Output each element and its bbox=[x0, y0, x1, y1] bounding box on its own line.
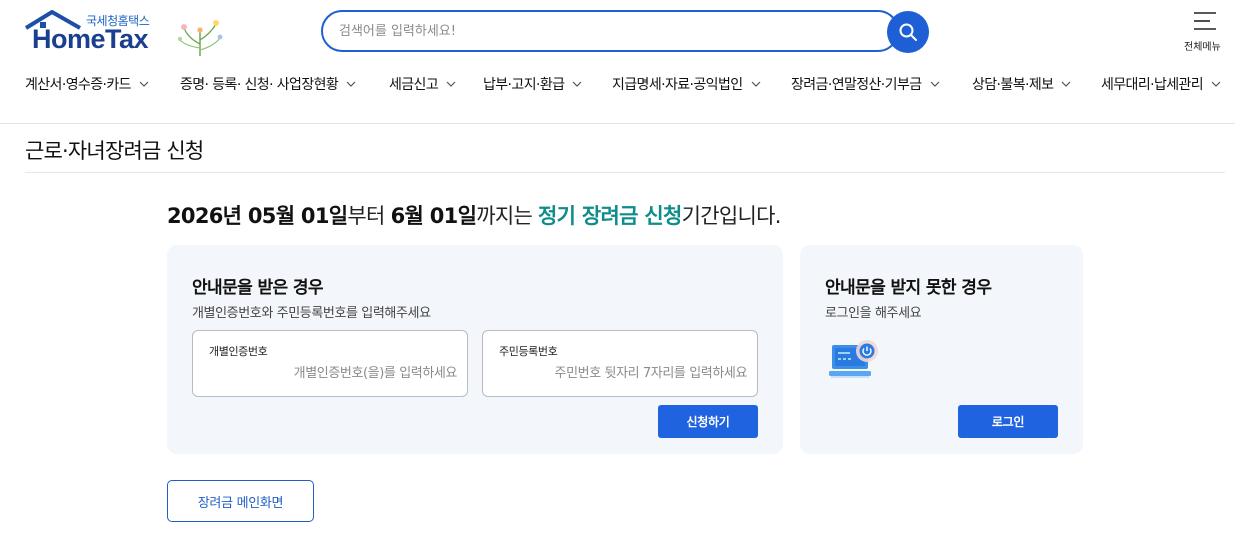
site-header: 국세청홈택스 HomeTax 전체메뉴 bbox=[0, 0, 1235, 124]
nav-item-consult[interactable]: 상담·불복·제보 bbox=[972, 74, 1071, 94]
search-input[interactable] bbox=[339, 21, 879, 41]
hometax-logo[interactable]: 국세청홈택스 HomeTax bbox=[24, 10, 223, 56]
all-menu-label: 전체메뉴 bbox=[1184, 42, 1221, 53]
auth-number-field: 개별인증번호 bbox=[192, 330, 468, 397]
resident-number-input[interactable] bbox=[493, 361, 747, 385]
page-title: 근로·자녀장려금 신청 bbox=[25, 139, 204, 163]
nav-item-statements[interactable]: 지급명세·자료·공익법인 bbox=[612, 74, 761, 94]
search-icon bbox=[899, 23, 917, 41]
nav-item-certificates[interactable]: 증명· 등록· 신청· 사업장현황 bbox=[180, 74, 356, 94]
period-start-date: 2026년 05월 01일 bbox=[167, 204, 348, 228]
application-period-notice: 2026년 05월 01일부터 6월 01일까지는 정기 장려금 신청기간입니다… bbox=[167, 200, 781, 230]
chevron-down-icon bbox=[139, 81, 149, 87]
nav-item-label: 계산서·영수증·카드 bbox=[25, 77, 132, 93]
nav-item-label: 지급명세·자료·공익법인 bbox=[612, 77, 743, 93]
incentive-main-button[interactable]: 장려금 메인화면 bbox=[167, 480, 314, 522]
title-divider bbox=[25, 172, 1225, 173]
hamburger-icon bbox=[1194, 12, 1216, 30]
period-text-until: 까지는 bbox=[476, 204, 539, 228]
nav-item-label: 세금신고 bbox=[389, 77, 439, 93]
chevron-down-icon bbox=[751, 81, 760, 87]
login-panel-description: 로그인을 해주세요 bbox=[825, 306, 922, 321]
auth-number-input[interactable] bbox=[203, 361, 457, 385]
period-text-end: 기간입니다. bbox=[681, 204, 782, 228]
chevron-down-icon bbox=[1211, 81, 1221, 87]
login-panel-title: 안내문을 받지 못한 경우 bbox=[825, 278, 992, 298]
chevron-down-icon bbox=[572, 81, 582, 87]
nav-item-incentive[interactable]: 장려금·연말정산·기부금 bbox=[791, 74, 940, 94]
all-menu-button[interactable]: 전체메뉴 bbox=[1182, 10, 1228, 53]
nav-item-label: 납부·고지·환급 bbox=[483, 77, 565, 93]
nav-item-agent[interactable]: 세무대리·납세관리 bbox=[1101, 74, 1221, 94]
nav-item-tax-return[interactable]: 세금신고 bbox=[389, 74, 456, 94]
search-button[interactable] bbox=[887, 11, 929, 53]
nav-item-label: 세무대리·납세관리 bbox=[1101, 77, 1204, 93]
period-text-from: 부터 bbox=[347, 204, 391, 228]
login-button[interactable]: 로그인 bbox=[958, 405, 1058, 438]
main-navigation: 계산서·영수증·카드 증명· 등록· 신청· 사업장현황 세금신고 납부·고지·… bbox=[0, 74, 1235, 104]
auth-number-label: 개별인증번호 bbox=[209, 345, 268, 358]
notice-received-panel: 안내문을 받은 경우 개별인증번호와 주민등록번호를 입력해주세요 개별인증번호… bbox=[167, 245, 783, 454]
nav-item-label: 장려금·연말정산·기부금 bbox=[791, 77, 922, 93]
laptop-power-icon bbox=[829, 340, 878, 378]
period-end-date: 6월 01일 bbox=[390, 204, 477, 228]
login-panel: 안내문을 받지 못한 경우 로그인을 해주세요 로그인 bbox=[800, 245, 1083, 454]
nav-item-payment[interactable]: 납부·고지·환급 bbox=[483, 74, 582, 94]
nav-item-label: 증명· 등록· 신청· 사업장현황 bbox=[180, 77, 339, 93]
notice-panel-title: 안내문을 받은 경우 bbox=[192, 278, 324, 298]
logo-wordmark: HomeTax bbox=[32, 24, 149, 54]
apply-button[interactable]: 신청하기 bbox=[658, 405, 758, 438]
chevron-down-icon bbox=[446, 81, 456, 87]
chevron-down-icon bbox=[1061, 81, 1071, 87]
period-highlight: 정기 장려금 신청 bbox=[538, 204, 682, 228]
resident-number-field: 주민등록번호 bbox=[482, 330, 758, 397]
search-box bbox=[321, 10, 899, 52]
chevron-down-icon bbox=[930, 81, 939, 87]
chevron-down-icon bbox=[346, 81, 356, 87]
nav-item-receipts[interactable]: 계산서·영수증·카드 bbox=[25, 74, 149, 94]
notice-panel-description: 개별인증번호와 주민등록번호를 입력해주세요 bbox=[192, 306, 431, 321]
nav-item-label: 상담·불복·제보 bbox=[972, 77, 1054, 93]
plant-logo-icon bbox=[177, 20, 223, 56]
resident-number-label: 주민등록번호 bbox=[499, 345, 558, 358]
